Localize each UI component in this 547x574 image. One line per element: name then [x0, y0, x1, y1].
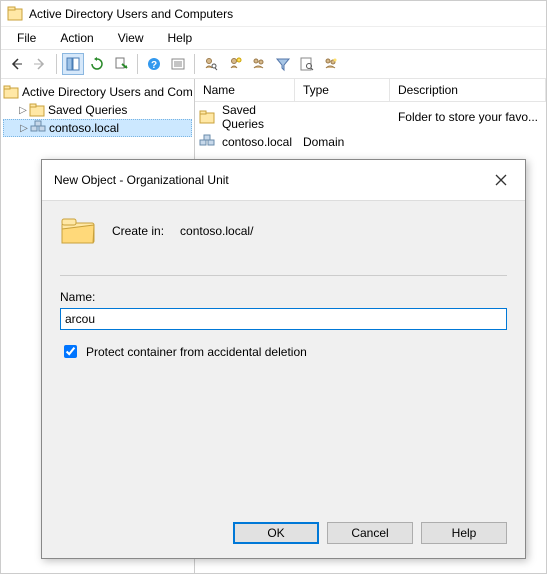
list-header: Name Type Description [195, 79, 546, 102]
menu-file[interactable]: File [7, 29, 46, 47]
cell-description [390, 140, 546, 144]
domain-icon [30, 120, 46, 136]
menu-action[interactable]: Action [50, 29, 103, 47]
column-name[interactable]: Name [195, 79, 295, 101]
create-in-label: Create in: [112, 224, 164, 238]
separator [56, 54, 57, 74]
titlebar: Active Directory Users and Computers [1, 1, 546, 27]
export-button[interactable] [110, 53, 132, 75]
tree-item-label: Saved Queries [48, 103, 127, 117]
add-group-button[interactable] [248, 53, 270, 75]
app-title: Active Directory Users and Computers [29, 7, 233, 21]
protect-checkbox[interactable] [64, 345, 77, 358]
cell-description: Folder to store your favo... [390, 108, 546, 126]
create-in-row: Create in: contoso.local/ [60, 215, 507, 247]
filter-button[interactable] [272, 53, 294, 75]
folder-icon [29, 102, 45, 118]
create-in-path: contoso.local/ [180, 224, 253, 238]
menu-help[interactable]: Help [158, 29, 203, 47]
domain-icon [199, 134, 215, 150]
show-hide-tree-button[interactable] [62, 53, 84, 75]
list-row[interactable]: contoso.local Domain [195, 132, 546, 152]
protect-label: Protect container from accidental deleti… [86, 345, 307, 359]
help-button[interactable]: ? [143, 53, 165, 75]
search-button[interactable] [296, 53, 318, 75]
menu-view[interactable]: View [108, 29, 154, 47]
find-user-button[interactable] [200, 53, 222, 75]
tree-item-domain[interactable]: ▷ contoso.local [3, 119, 192, 137]
separator [137, 54, 138, 74]
help-button[interactable]: Help [421, 522, 507, 544]
list-row[interactable]: Saved Queries Folder to store your favo.… [195, 102, 546, 132]
tree-item-saved-queries[interactable]: ▷ Saved Queries [3, 101, 192, 119]
close-icon [495, 174, 507, 186]
divider [60, 275, 507, 276]
name-label: Name: [60, 290, 507, 304]
tree-item-label: contoso.local [49, 121, 119, 135]
cell-type: Domain [295, 133, 390, 151]
tree-root[interactable]: Active Directory Users and Com [3, 83, 192, 101]
menubar: File Action View Help [1, 27, 546, 49]
ou-folder-icon [60, 215, 96, 247]
expand-icon[interactable]: ▷ [17, 105, 29, 116]
column-type[interactable]: Type [295, 79, 390, 101]
separator [194, 54, 195, 74]
dialog-body: Create in: contoso.local/ Name: Protect … [42, 200, 525, 558]
ok-button[interactable]: OK [233, 522, 319, 544]
close-button[interactable] [489, 168, 513, 192]
tree-root-label: Active Directory Users and Com [22, 85, 193, 99]
name-input[interactable] [60, 308, 507, 330]
dialog-title: New Object - Organizational Unit [54, 173, 229, 187]
column-description[interactable]: Description [390, 79, 546, 101]
cancel-button[interactable]: Cancel [327, 522, 413, 544]
add-to-group-button[interactable] [320, 53, 342, 75]
new-ou-dialog: New Object - Organizational Unit Create … [41, 159, 526, 559]
cell-name: Saved Queries [222, 103, 295, 131]
expand-icon[interactable]: ▷ [18, 123, 30, 134]
cell-name: contoso.local [222, 135, 292, 149]
folder-icon [3, 84, 19, 100]
refresh-button[interactable] [86, 53, 108, 75]
add-user-button[interactable] [224, 53, 246, 75]
protect-checkbox-row[interactable]: Protect container from accidental deleti… [60, 342, 507, 361]
toolbar: ? [1, 49, 546, 79]
dialog-titlebar: New Object - Organizational Unit [42, 160, 525, 200]
forward-button[interactable] [29, 53, 51, 75]
svg-text:?: ? [151, 60, 157, 71]
app-icon [7, 6, 23, 22]
dialog-buttons: OK Cancel Help [60, 522, 507, 544]
back-button[interactable] [5, 53, 27, 75]
folder-icon [199, 109, 215, 125]
properties-button[interactable] [167, 53, 189, 75]
cell-type [295, 115, 390, 119]
